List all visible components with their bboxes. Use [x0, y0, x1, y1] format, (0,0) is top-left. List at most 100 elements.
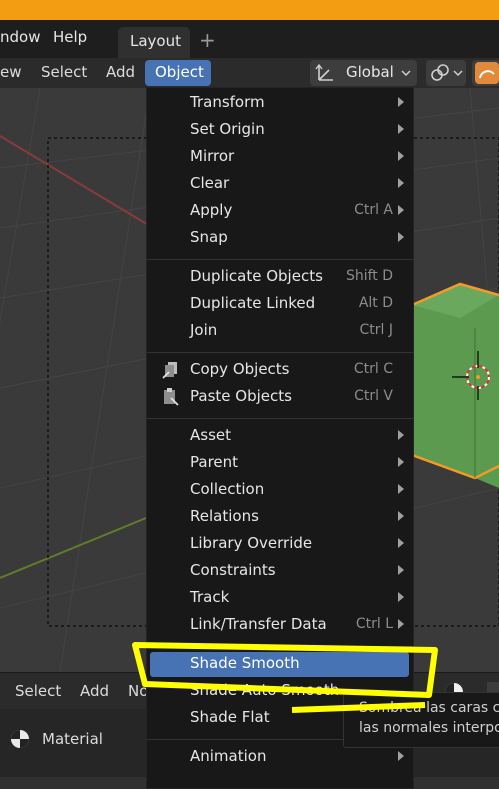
menu-item-link-transfer-data[interactable]: Link/Transfer Data Ctrl L — [147, 612, 413, 639]
submenu-arrow-icon — [398, 511, 404, 521]
submenu-arrow-icon — [398, 124, 404, 134]
menu-item-duplicate-linked[interactable]: Duplicate Linked Alt D — [147, 291, 413, 318]
menu-item-label: Paste Objects — [190, 387, 292, 405]
menu-item-label: Asset — [190, 426, 232, 444]
menu-item-label: Shade Flat — [190, 708, 270, 726]
submenu-arrow-icon — [398, 97, 404, 107]
shortcut-label: Ctrl L — [355, 616, 393, 632]
shortcut-label: Alt D — [358, 295, 393, 311]
menu-item-label: Snap — [190, 228, 228, 246]
menu-item-snap[interactable]: Snap — [147, 225, 413, 252]
menu-item-library-override[interactable]: Library Override — [147, 531, 413, 558]
title-strip — [0, 0, 499, 20]
menu-item-constraints[interactable]: Constraints — [147, 558, 413, 585]
link-icon — [431, 64, 449, 81]
proportional-editing-toggle[interactable] — [472, 60, 499, 86]
menu-item-label: Collection — [190, 480, 265, 498]
menu-item-paste-objects[interactable]: Paste Objects Ctrl V — [147, 384, 413, 411]
menu-item-copy-objects[interactable]: Copy Objects Ctrl C — [147, 357, 413, 384]
pivot-snap-dropdown[interactable] — [426, 60, 466, 86]
shortcut-label: Shift D — [345, 268, 393, 284]
menu-select[interactable]: Select — [41, 63, 87, 81]
menu-separator — [147, 646, 413, 647]
submenu-arrow-icon — [398, 457, 404, 467]
menu-item-mirror[interactable]: Mirror — [147, 144, 413, 171]
copy-icon — [162, 362, 177, 379]
menu-view[interactable]: ew — [0, 63, 22, 81]
submenu-arrow-icon — [398, 751, 404, 761]
shortcut-label: Ctrl A — [354, 202, 393, 218]
submenu-arrow-icon — [398, 538, 404, 548]
menu-item-label: Shade Smooth — [190, 654, 300, 672]
menu-window[interactable]: ndow — [0, 28, 40, 46]
add-workspace-icon[interactable]: + — [199, 28, 216, 52]
bottom-menu-select[interactable]: Select — [15, 682, 61, 700]
menu-item-label: Relations — [190, 507, 259, 525]
tooltip: Sombrea las caras c las normales interpo — [343, 692, 499, 748]
menu-item-collection[interactable]: Collection — [147, 477, 413, 504]
material-label: Material — [42, 730, 103, 748]
menu-item-label: Clear — [190, 174, 230, 192]
bottom-menu-add[interactable]: Add — [80, 682, 109, 700]
orientation-axes-icon — [315, 63, 333, 81]
submenu-arrow-icon — [398, 232, 404, 242]
menu-item-label: Apply — [190, 201, 233, 219]
menu-item-label: Link/Transfer Data — [190, 615, 327, 633]
submenu-arrow-icon — [398, 619, 404, 629]
workspace-tab-layout[interactable]: Layout — [118, 27, 190, 58]
orientation-value: Global — [346, 63, 394, 81]
menu-separator — [147, 259, 413, 260]
workspace-tab-label: Layout — [130, 32, 181, 50]
menu-item-apply[interactable]: Apply Ctrl A — [147, 198, 413, 225]
menu-separator — [147, 418, 413, 419]
menu-separator — [147, 352, 413, 353]
submenu-arrow-icon — [398, 178, 404, 188]
menu-item-relations[interactable]: Relations — [147, 504, 413, 531]
menu-item-label: Transform — [190, 93, 265, 111]
menu-item-shade-smooth[interactable]: Shade Smooth — [150, 652, 409, 677]
menu-item-label: Copy Objects — [190, 360, 290, 378]
menu-item-set-origin[interactable]: Set Origin — [147, 117, 413, 144]
menu-item-duplicate-objects[interactable]: Duplicate Objects Shift D — [147, 264, 413, 291]
menu-item-label: Duplicate Objects — [190, 267, 323, 285]
chevron-down-icon — [401, 70, 411, 77]
menu-add[interactable]: Add — [106, 63, 135, 81]
menu-item-transform[interactable]: Transform — [147, 90, 413, 117]
object-menu: Transform Set Origin Mirror Clear Apply C… — [146, 87, 414, 789]
menu-object-label: Object — [155, 63, 204, 81]
chevron-down-icon — [453, 70, 463, 77]
menu-item-parent[interactable]: Parent — [147, 450, 413, 477]
menu-item-label: Duplicate Linked — [190, 294, 316, 312]
proportional-edit-icon — [475, 62, 499, 84]
menu-help[interactable]: Help — [53, 28, 87, 46]
menu-item-label: Library Override — [190, 534, 313, 552]
submenu-arrow-icon — [398, 205, 404, 215]
submenu-arrow-icon — [398, 484, 404, 494]
menu-item-label: Set Origin — [190, 120, 265, 138]
menu-item-asset[interactable]: Asset — [147, 423, 413, 450]
menu-item-label: Mirror — [190, 147, 235, 165]
menu-item-label: Join — [190, 321, 218, 339]
menu-item-label: Track — [190, 588, 230, 606]
tooltip-line-1: Sombrea las caras c — [359, 700, 499, 716]
menu-item-clear[interactable]: Clear — [147, 171, 413, 198]
cube-object — [410, 282, 499, 488]
shortcut-label: Ctrl C — [353, 361, 393, 377]
submenu-arrow-icon — [398, 151, 404, 161]
menu-item-label: Shade Auto Smooth — [190, 681, 340, 699]
menu-item-label: Parent — [190, 453, 239, 471]
transform-orientation-dropdown[interactable]: Global — [310, 60, 417, 86]
shortcut-label: Ctrl J — [359, 322, 394, 338]
menu-item-label: Constraints — [190, 561, 276, 579]
menu-object[interactable]: Object — [145, 60, 211, 86]
submenu-arrow-icon — [398, 592, 404, 602]
submenu-arrow-icon — [398, 565, 404, 575]
shortcut-label: Ctrl V — [354, 388, 393, 404]
menu-item-join[interactable]: Join Ctrl J — [147, 318, 413, 345]
paste-icon — [164, 388, 179, 406]
tooltip-line-2: las normales interpo — [359, 720, 499, 736]
submenu-arrow-icon — [398, 430, 404, 440]
menu-item-track[interactable]: Track — [147, 585, 413, 612]
menu-item-label: Animation — [190, 747, 267, 765]
menu-item-animation[interactable]: Animation — [147, 744, 413, 771]
